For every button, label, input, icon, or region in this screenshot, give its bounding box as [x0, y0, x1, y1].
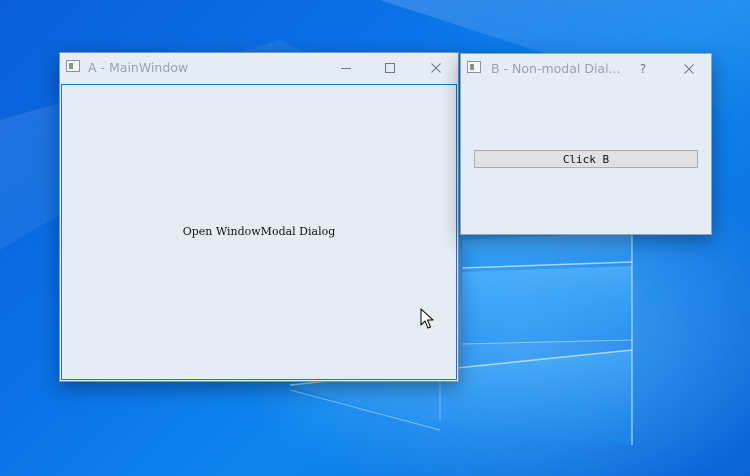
- window-app-icon: [66, 60, 80, 72]
- main-window-client-area[interactable]: Open WindowModal Dialog: [61, 84, 457, 380]
- non-modal-dialog-window[interactable]: B - Non-modal Dial... ? Click B: [460, 53, 712, 235]
- arrow-cursor-icon: [420, 308, 434, 329]
- main-window[interactable]: A - MainWindow Open WindowModal Dialog: [59, 52, 459, 382]
- help-button[interactable]: ?: [621, 54, 665, 84]
- maximize-button[interactable]: [368, 53, 412, 83]
- main-window-titlebar[interactable]: A - MainWindow: [60, 53, 458, 83]
- open-window-modal-dialog-button[interactable]: Open WindowModal Dialog: [62, 225, 456, 238]
- dialog-title: B - Non-modal Dial...: [491, 61, 621, 76]
- minimize-button[interactable]: [324, 53, 368, 83]
- close-button[interactable]: [414, 53, 458, 83]
- window-title: A - MainWindow: [88, 60, 189, 75]
- close-icon: [431, 63, 441, 73]
- click-b-button[interactable]: Click B: [474, 150, 698, 168]
- dialog-close-button[interactable]: [667, 54, 711, 84]
- dialog-titlebar[interactable]: B - Non-modal Dial... ?: [461, 54, 711, 84]
- minimize-icon: [341, 68, 351, 69]
- window-app-icon: [467, 61, 481, 73]
- close-icon: [684, 64, 694, 74]
- dialog-client-area: Click B: [461, 84, 711, 234]
- maximize-icon: [385, 63, 395, 73]
